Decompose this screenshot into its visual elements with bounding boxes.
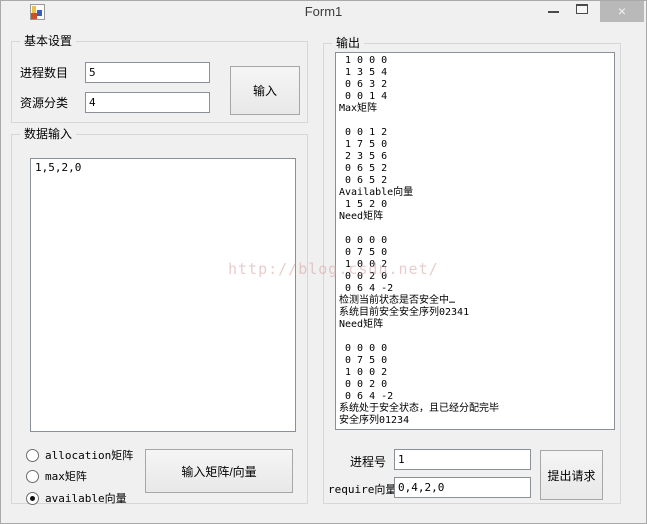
groupbox-data-input-title: 数据输入	[20, 127, 77, 141]
form-window: Form1 × 基本设置 进程数目 资源分类 输入 数据输入 1,5,2,0 a…	[0, 0, 647, 524]
process-count-input[interactable]	[85, 62, 210, 83]
submit-request-button[interactable]: 提出请求	[540, 450, 603, 500]
maximize-button[interactable]	[572, 1, 596, 22]
radio-max-matrix[interactable]: max矩阵	[26, 468, 87, 484]
radio-button-selected-icon[interactable]	[26, 491, 39, 505]
radio-allocation-matrix-label[interactable]: allocation矩阵	[45, 447, 133, 463]
process-id-input[interactable]	[394, 449, 531, 470]
groupbox-output: 输出 1 0 0 0 1 3 5 4 0 6 3 2 0 0 1 4 Max矩阵…	[323, 36, 621, 504]
radio-available-vector-label[interactable]: available向量	[45, 490, 127, 506]
maximize-icon	[576, 4, 588, 14]
title-bar[interactable]: Form1 ×	[1, 1, 646, 23]
groupbox-basic-settings: 基本设置 进程数目 资源分类 输入	[11, 34, 308, 123]
groupbox-output-title: 输出	[332, 36, 365, 50]
minimize-button[interactable]	[544, 1, 566, 22]
radio-button-icon[interactable]	[26, 469, 39, 483]
radio-button-icon[interactable]	[26, 448, 39, 462]
input-matrix-vector-button[interactable]: 输入矩阵/向量	[145, 449, 293, 493]
radio-allocation-matrix[interactable]: allocation矩阵	[26, 447, 133, 463]
output-textbox[interactable]: 1 0 0 0 1 3 5 4 0 6 3 2 0 0 1 4 Max矩阵 0 …	[335, 52, 615, 430]
process-count-label: 进程数目	[20, 66, 69, 80]
data-input-textarea[interactable]: 1,5,2,0	[30, 158, 296, 432]
minimize-icon	[548, 11, 559, 13]
groupbox-basic-settings-title: 基本设置	[20, 34, 77, 48]
close-icon: ×	[617, 3, 627, 19]
close-button[interactable]: ×	[600, 1, 644, 22]
input-button[interactable]: 输入	[230, 66, 300, 115]
require-vector-input[interactable]	[394, 477, 531, 498]
radio-available-vector[interactable]: available向量	[26, 490, 127, 506]
resource-class-label: 资源分类	[20, 96, 69, 110]
groupbox-data-input: 数据输入 1,5,2,0 allocation矩阵 max矩阵 availabl…	[11, 127, 308, 506]
radio-max-matrix-label[interactable]: max矩阵	[45, 468, 87, 484]
resource-class-input[interactable]	[85, 92, 210, 113]
process-id-label: 进程号	[350, 455, 387, 469]
require-vector-label: require向量	[328, 483, 397, 496]
